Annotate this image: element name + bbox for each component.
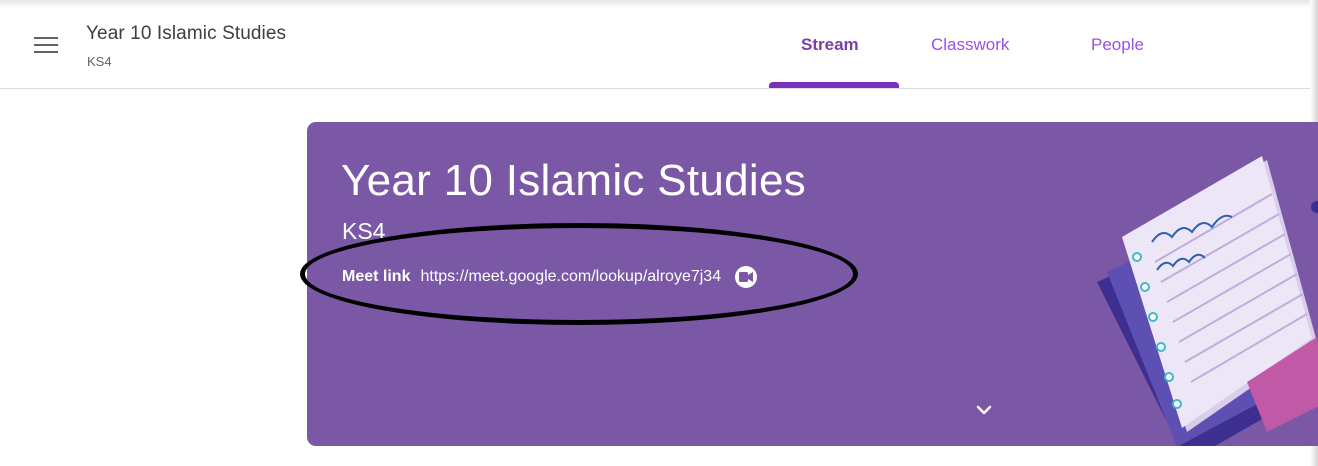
notebook-illustration bbox=[1097, 156, 1318, 446]
tab-stream[interactable]: Stream bbox=[801, 35, 859, 55]
meet-link-highlight-circle bbox=[300, 223, 858, 325]
active-tab-indicator bbox=[769, 82, 899, 88]
class-title[interactable]: Year 10 Islamic Studies bbox=[86, 23, 286, 45]
tab-classwork[interactable]: Classwork bbox=[931, 35, 1009, 55]
chevron-down-icon[interactable] bbox=[973, 403, 995, 419]
hamburger-menu-icon[interactable] bbox=[34, 37, 58, 55]
tab-people[interactable]: People bbox=[1091, 35, 1144, 55]
class-subtitle: KS4 bbox=[87, 54, 112, 69]
top-app-bar: Year 10 Islamic Studies KS4 Stream Class… bbox=[0, 8, 1310, 89]
banner-title: Year 10 Islamic Studies bbox=[341, 156, 807, 205]
window-shadow-top bbox=[0, 0, 1318, 8]
